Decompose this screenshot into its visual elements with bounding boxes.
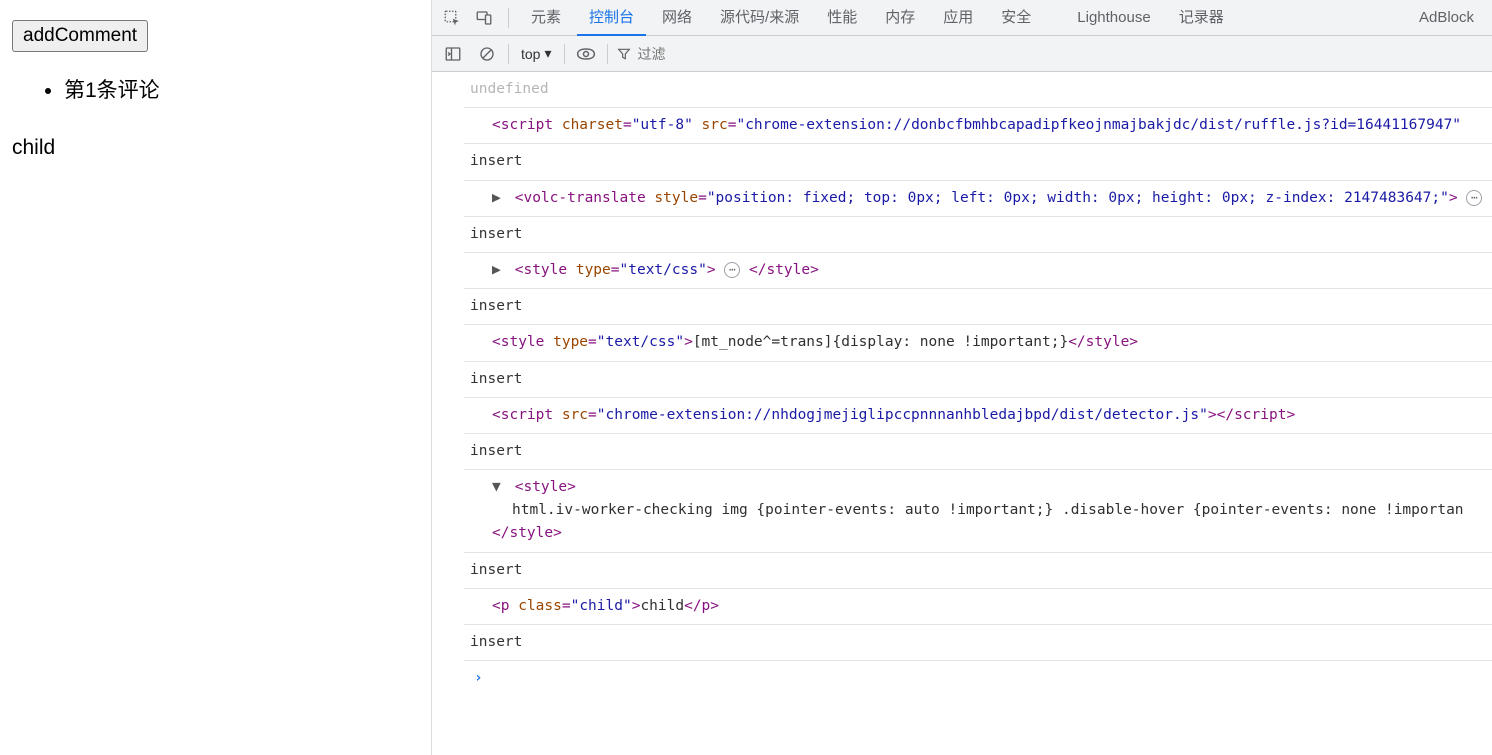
console-row: <script charset="utf-8" src="chrome-exte…: [464, 108, 1492, 144]
tab-console[interactable]: 控制台: [577, 0, 646, 36]
console-row: insert: [464, 217, 1492, 253]
divider: [607, 44, 608, 64]
attr: src: [702, 117, 728, 133]
attr: class: [518, 598, 562, 614]
console-row: insert: [464, 553, 1492, 589]
tag: </style>: [1068, 334, 1138, 350]
context-label: top: [521, 46, 540, 62]
attr: type: [576, 262, 611, 278]
log-text: insert: [470, 226, 522, 242]
filter-group: [616, 46, 738, 62]
console-row: <style type="text/css">[mt_node^=trans]{…: [464, 325, 1492, 361]
devtools-tabstrip: 元素 控制台 网络 源代码/来源 性能 内存 应用 安全 Lighthouse …: [432, 0, 1492, 36]
text-content: child: [640, 598, 684, 614]
live-expression-icon[interactable]: [573, 41, 599, 67]
attr: charset: [562, 117, 623, 133]
log-text: insert: [470, 562, 522, 578]
attr-val: "child": [571, 598, 632, 614]
attr-val: "chrome-extension://nhdogjmejiglipccpnnn…: [597, 407, 1208, 423]
console-row: <p class="child">child</p>: [464, 589, 1492, 625]
tab-memory[interactable]: 内存: [873, 0, 927, 36]
log-text: undefined: [470, 81, 549, 97]
console-output: undefined <script charset="utf-8" src="c…: [432, 72, 1492, 755]
tag: </style>: [749, 262, 819, 278]
log-text: insert: [470, 634, 522, 650]
tab-adblock[interactable]: AdBlock: [1407, 0, 1486, 36]
tag: >: [707, 262, 716, 278]
console-row: insert: [464, 362, 1492, 398]
console-row: insert: [464, 289, 1492, 325]
filter-icon: [616, 46, 632, 62]
prompt-caret-icon: ›: [474, 667, 483, 690]
tag: <script: [492, 407, 562, 423]
console-prompt[interactable]: ›: [464, 661, 1492, 696]
collapse-toggle-icon[interactable]: ▼: [492, 476, 506, 499]
tag: <script: [492, 117, 562, 133]
css-text: html.iv-worker-checking img {pointer-eve…: [512, 502, 1464, 518]
css-text: [mt_node^=trans]{display: none !importan…: [693, 334, 1068, 350]
device-toolbar-icon[interactable]: [470, 4, 498, 32]
tab-performance[interactable]: 性能: [815, 0, 869, 36]
tag: <p: [492, 598, 518, 614]
tag: </script>: [1217, 407, 1296, 423]
add-comment-button[interactable]: addComment: [12, 20, 148, 52]
child-paragraph: child: [12, 136, 419, 160]
console-row: insert: [464, 144, 1492, 180]
log-text: insert: [470, 443, 522, 459]
divider: [508, 8, 509, 28]
tag: </style>: [492, 525, 562, 541]
tag: </p>: [684, 598, 719, 614]
ellipsis-icon[interactable]: ⋯: [724, 262, 740, 278]
attr-val: "chrome-extension://donbcfbmhbcapadipfke…: [736, 117, 1461, 133]
tag: >: [1208, 407, 1217, 423]
tab-elements[interactable]: 元素: [519, 0, 573, 36]
list-item: 第1条评论: [64, 74, 419, 104]
clear-console-icon[interactable]: [474, 41, 500, 67]
tag: >: [684, 334, 693, 350]
attr: type: [553, 334, 588, 350]
tab-network[interactable]: 网络: [650, 0, 704, 36]
divider: [508, 44, 509, 64]
tag: <style: [515, 262, 576, 278]
inspect-element-icon[interactable]: [438, 4, 466, 32]
console-row: ▶ <volc-translate style="position: fixed…: [464, 181, 1492, 217]
console-row: <script src="chrome-extension://nhdogjme…: [464, 398, 1492, 434]
console-row: insert: [464, 625, 1492, 661]
attr-val: "utf-8": [632, 117, 693, 133]
attr-val: "text/css": [620, 262, 707, 278]
expand-toggle-icon[interactable]: ▶: [492, 187, 506, 210]
filter-input[interactable]: [638, 46, 738, 62]
tag: <style>: [515, 479, 576, 495]
chevron-down-icon: ▾: [544, 45, 551, 62]
attr-val: "position: fixed; top: 0px; left: 0px; w…: [707, 190, 1449, 206]
log-text: insert: [470, 153, 522, 169]
tag: <style: [492, 334, 553, 350]
tab-recorder[interactable]: 记录器: [1167, 0, 1236, 36]
tab-lighthouse[interactable]: Lighthouse: [1065, 0, 1162, 36]
divider: [564, 44, 565, 64]
log-text: insert: [470, 371, 522, 387]
sidebar-toggle-icon[interactable]: [440, 41, 466, 67]
devtools-panel: 元素 控制台 网络 源代码/来源 性能 内存 应用 安全 Lighthouse …: [432, 0, 1492, 755]
context-selector[interactable]: top ▾: [517, 45, 556, 62]
console-row: undefined: [464, 72, 1492, 108]
tag: >: [1449, 190, 1458, 206]
log-text: insert: [470, 298, 522, 314]
console-row: ▼ <style> html.iv-worker-checking img {p…: [464, 470, 1492, 553]
console-row: insert: [464, 434, 1492, 470]
attr: style: [654, 190, 698, 206]
attr-val: "text/css": [597, 334, 684, 350]
console-toolbar: top ▾: [432, 36, 1492, 72]
tab-application[interactable]: 应用: [931, 0, 985, 36]
page-content: addComment 第1条评论 child: [0, 0, 432, 755]
tag: <volc-translate: [515, 190, 655, 206]
console-row: ▶ <style type="text/css"> ⋯ </style>: [464, 253, 1492, 289]
attr: src: [562, 407, 588, 423]
ellipsis-icon[interactable]: ⋯: [1466, 190, 1482, 206]
comments-list: 第1条评论: [64, 74, 419, 104]
expand-toggle-icon[interactable]: ▶: [492, 259, 506, 282]
tab-security[interactable]: 安全: [989, 0, 1043, 36]
tab-sources[interactable]: 源代码/来源: [708, 0, 811, 36]
